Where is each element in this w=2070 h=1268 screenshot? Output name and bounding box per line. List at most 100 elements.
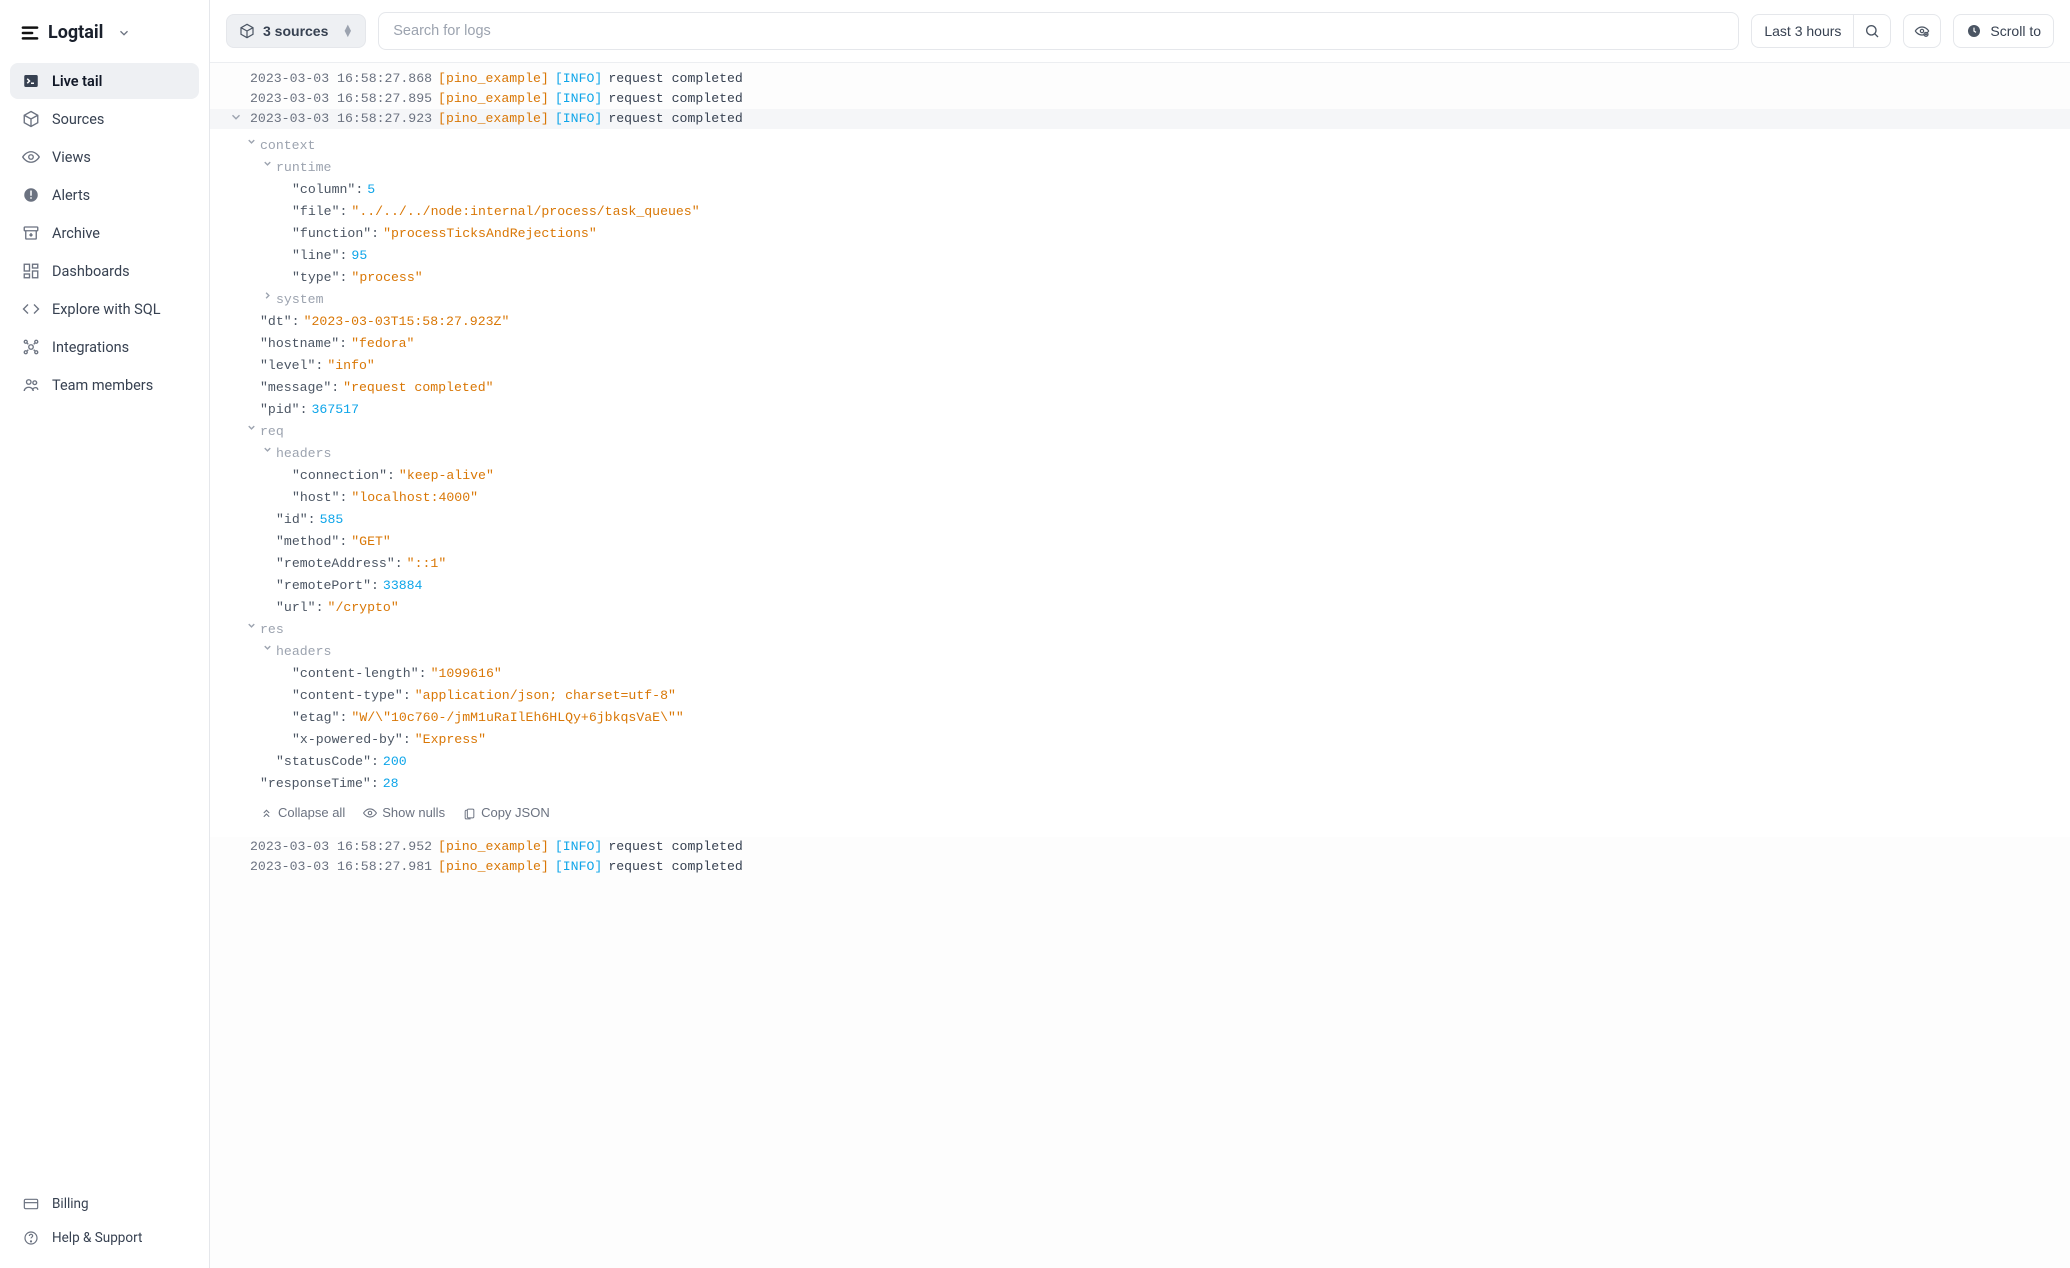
search-input[interactable]: [378, 12, 1739, 50]
scroll-to-button[interactable]: Scroll to: [1953, 14, 2054, 48]
chevron-down-icon[interactable]: [244, 136, 258, 156]
cube-icon: [22, 110, 40, 128]
expanded-json: context runtime column:5 file:../../../n…: [210, 129, 2070, 837]
log-timestamp: 2023-03-03 16:58:27.895: [250, 91, 432, 106]
json-kv[interactable]: statusCode:200: [210, 751, 2070, 773]
sidebar-item-views[interactable]: Views: [10, 139, 199, 175]
log-source: [pino_example]: [438, 839, 549, 854]
dashboard-icon: [22, 262, 40, 280]
clock-icon: [1966, 23, 1982, 39]
json-kv[interactable]: column:5: [210, 179, 2070, 201]
sidebar-item-label: Billing: [52, 1196, 89, 1212]
json-kv[interactable]: level:info: [210, 355, 2070, 377]
json-kv[interactable]: function:processTicksAndRejections: [210, 223, 2070, 245]
log-row-expanded[interactable]: 2023-03-03 16:58:27.923[pino_example][IN…: [210, 109, 2070, 129]
json-kv[interactable]: remotePort:33884: [210, 575, 2070, 597]
show-nulls-button[interactable]: Show nulls: [363, 803, 445, 823]
json-kv[interactable]: pid:367517: [210, 399, 2070, 421]
sidebar-item-archive[interactable]: Archive: [10, 215, 199, 251]
visibility-settings-button[interactable]: [1903, 14, 1941, 48]
json-kv[interactable]: content-type:application/json; charset=u…: [210, 685, 2070, 707]
json-kv[interactable]: host:localhost:4000: [210, 487, 2070, 509]
sidebar: Logtail Live tail Sources Views Alerts: [0, 0, 210, 1268]
sidebar-item-sources[interactable]: Sources: [10, 101, 199, 137]
main-content: 3 sources ▲▼ Last 3 hours Scroll: [210, 0, 2070, 1268]
json-kv[interactable]: type:process: [210, 267, 2070, 289]
log-row[interactable]: 2023-03-03 16:58:27.981[pino_example][IN…: [210, 857, 2070, 877]
collapse-icon: [260, 807, 273, 820]
log-message: request completed: [608, 859, 743, 874]
sidebar-item-label: Views: [52, 149, 91, 166]
json-kv[interactable]: x-powered-by:Express: [210, 729, 2070, 751]
json-kv[interactable]: method:GET: [210, 531, 2070, 553]
sidebar-item-billing[interactable]: Billing: [10, 1188, 199, 1220]
chevron-down-icon[interactable]: [260, 444, 274, 464]
log-message: request completed: [608, 91, 743, 106]
json-node-context[interactable]: context: [210, 135, 2070, 157]
json-node-res-headers[interactable]: headers: [210, 641, 2070, 663]
timerange-label: Last 3 hours: [1764, 23, 1841, 39]
collapse-all-button[interactable]: Collapse all: [260, 803, 345, 823]
archive-icon: [22, 224, 40, 242]
log-source: [pino_example]: [438, 91, 549, 106]
log-level: [INFO]: [555, 859, 602, 874]
sidebar-item-label: Integrations: [52, 339, 129, 356]
collapse-icon[interactable]: [229, 110, 243, 124]
scroll-to-label: Scroll to: [1990, 23, 2041, 39]
search-button[interactable]: [1854, 14, 1891, 48]
nav-main: Live tail Sources Views Alerts Archive D…: [10, 63, 199, 403]
json-node-res[interactable]: res: [210, 619, 2070, 641]
log-source: [pino_example]: [438, 111, 549, 126]
chevron-down-icon[interactable]: [260, 642, 274, 662]
json-node-runtime[interactable]: runtime: [210, 157, 2070, 179]
timerange-button[interactable]: Last 3 hours: [1751, 14, 1854, 48]
json-kv[interactable]: remoteAddress:::1: [210, 553, 2070, 575]
chevron-down-icon[interactable]: [244, 620, 258, 640]
json-node-system[interactable]: system: [210, 289, 2070, 311]
json-node-req-headers[interactable]: headers: [210, 443, 2070, 465]
json-kv[interactable]: file:../../../node:internal/process/task…: [210, 201, 2070, 223]
terminal-icon: [22, 72, 40, 90]
sources-selector[interactable]: 3 sources ▲▼: [226, 14, 366, 48]
json-kv[interactable]: message:request completed: [210, 377, 2070, 399]
chevron-down-icon[interactable]: [244, 422, 258, 442]
json-kv[interactable]: line:95: [210, 245, 2070, 267]
json-kv[interactable]: dt:2023-03-03T15:58:27.923Z: [210, 311, 2070, 333]
json-kv[interactable]: etag:W/\"10c760-/jmM1uRaIlEh6HLQy+6jbkqs…: [210, 707, 2070, 729]
json-kv[interactable]: responseTime:28: [210, 773, 2070, 795]
log-timestamp: 2023-03-03 16:58:27.868: [250, 71, 432, 86]
chevron-down-icon[interactable]: [260, 158, 274, 178]
chevron-right-icon[interactable]: [260, 290, 274, 310]
sidebar-item-label: Archive: [52, 225, 100, 242]
sidebar-item-label: Help & Support: [52, 1230, 142, 1246]
eye-icon: [22, 148, 40, 166]
chevron-down-icon: [117, 26, 131, 40]
log-row[interactable]: 2023-03-03 16:58:27.868[pino_example][IN…: [210, 69, 2070, 89]
json-kv[interactable]: hostname:fedora: [210, 333, 2070, 355]
log-timestamp: 2023-03-03 16:58:27.923: [250, 111, 432, 126]
brand-logo-icon: [20, 23, 40, 43]
json-kv[interactable]: connection:keep-alive: [210, 465, 2070, 487]
log-message: request completed: [608, 839, 743, 854]
json-kv[interactable]: content-length:1099616: [210, 663, 2070, 685]
brand-switcher[interactable]: Logtail: [10, 14, 199, 63]
sidebar-item-label: Team members: [52, 377, 153, 394]
log-row[interactable]: 2023-03-03 16:58:27.952[pino_example][IN…: [210, 837, 2070, 857]
log-message: request completed: [608, 71, 743, 86]
sidebar-item-explore-sql[interactable]: Explore with SQL: [10, 291, 199, 327]
sidebar-item-alerts[interactable]: Alerts: [10, 177, 199, 213]
sidebar-item-live-tail[interactable]: Live tail: [10, 63, 199, 99]
log-row[interactable]: 2023-03-03 16:58:27.895[pino_example][IN…: [210, 89, 2070, 109]
log-view[interactable]: 2023-03-03 16:58:27.868 [pino_example] [IN…: [210, 63, 2070, 1268]
json-kv[interactable]: url:/crypto: [210, 597, 2070, 619]
sidebar-item-help[interactable]: Help & Support: [10, 1222, 199, 1254]
sidebar-item-label: Sources: [52, 111, 104, 128]
json-node-req[interactable]: req: [210, 421, 2070, 443]
sidebar-item-team-members[interactable]: Team members: [10, 367, 199, 403]
log-source: [pino_example]: [438, 71, 549, 86]
toolbar: 3 sources ▲▼ Last 3 hours Scroll: [210, 0, 2070, 63]
json-kv[interactable]: id:585: [210, 509, 2070, 531]
sidebar-item-dashboards[interactable]: Dashboards: [10, 253, 199, 289]
sidebar-item-integrations[interactable]: Integrations: [10, 329, 199, 365]
copy-json-button[interactable]: Copy JSON: [463, 803, 550, 823]
